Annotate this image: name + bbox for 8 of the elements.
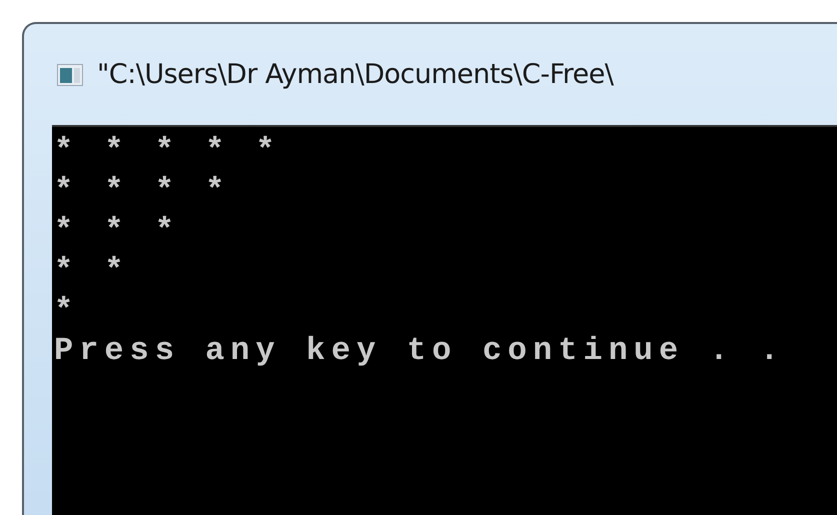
- console-line: Press any key to continue . .: [54, 331, 786, 371]
- console-line: * * * * *: [54, 131, 282, 171]
- console-line: * * *: [54, 211, 182, 251]
- console-line: *: [54, 291, 80, 331]
- console-line: * * * *: [54, 171, 232, 211]
- window-title: "C:\Users\Dr Ayman\Documents\C-Free\: [97, 59, 614, 90]
- console-window-icon: [57, 64, 83, 86]
- console-line: * *: [54, 251, 131, 291]
